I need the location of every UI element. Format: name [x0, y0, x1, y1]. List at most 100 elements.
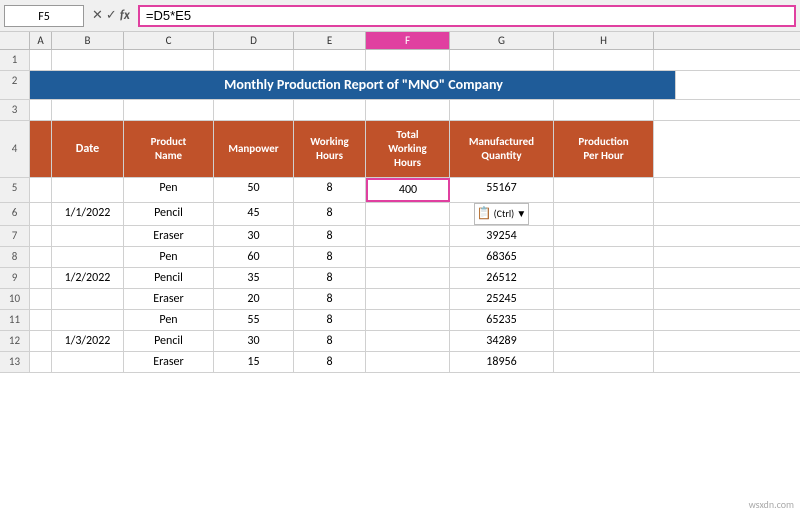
cell-wh-7[interactable]: 8 [294, 226, 366, 246]
cell-mfgqty-12[interactable]: 34289 [450, 331, 554, 351]
cell-a8[interactable] [30, 247, 52, 267]
header-date[interactable]: Date [52, 121, 124, 177]
cell-product-13[interactable]: Eraser [124, 352, 214, 372]
cell-a9[interactable] [30, 268, 52, 288]
cell-pph-10[interactable] [554, 289, 654, 309]
cell-mfgqty-8[interactable]: 68365 [450, 247, 554, 267]
cell-d1[interactable] [214, 50, 294, 70]
cell-c1[interactable] [124, 50, 214, 70]
cell-manpower-10[interactable]: 20 [214, 289, 294, 309]
cell-date-10[interactable] [52, 289, 124, 309]
cell-wh-9[interactable]: 8 [294, 268, 366, 288]
cell-manpower-9[interactable]: 35 [214, 268, 294, 288]
cell-h3[interactable] [554, 100, 654, 120]
cell-g3[interactable] [450, 100, 554, 120]
cell-b1[interactable] [52, 50, 124, 70]
cell-date-7[interactable] [52, 226, 124, 246]
col-header-h[interactable]: H [554, 32, 654, 49]
cell-a1[interactable] [30, 50, 52, 70]
cell-manpower-11[interactable]: 55 [214, 310, 294, 330]
cell-a6[interactable] [30, 203, 52, 225]
header-manufactured-quantity[interactable]: ManufacturedQuantity [450, 121, 554, 177]
cell-manpower-12[interactable]: 30 [214, 331, 294, 351]
cancel-icon[interactable]: ✕ [92, 8, 103, 23]
cell-wh-10[interactable]: 8 [294, 289, 366, 309]
cell-wh-6[interactable]: 8 [294, 203, 366, 225]
cell-product-11[interactable]: Pen [124, 310, 214, 330]
cell-a12[interactable] [30, 331, 52, 351]
cell-g1[interactable] [450, 50, 554, 70]
cell-product-5[interactable]: Pen [124, 178, 214, 202]
cell-date-12[interactable]: 1/3/2022 [52, 331, 124, 351]
cell-mfgqty-7[interactable]: 39254 [450, 226, 554, 246]
cell-date-8[interactable] [52, 247, 124, 267]
cell-wh-13[interactable]: 8 [294, 352, 366, 372]
cell-a7[interactable] [30, 226, 52, 246]
cell-wh-8[interactable]: 8 [294, 247, 366, 267]
col-header-c[interactable]: C [124, 32, 214, 49]
col-header-a[interactable]: A [30, 32, 52, 49]
cell-mfgqty-5[interactable]: 55167 [450, 178, 554, 202]
cell-pph-9[interactable] [554, 268, 654, 288]
cell-wh-12[interactable]: 8 [294, 331, 366, 351]
cell-pph-13[interactable] [554, 352, 654, 372]
cell-a2[interactable] [30, 71, 52, 99]
cell-a11[interactable] [30, 310, 52, 330]
paste-tooltip[interactable]: 📋 (Ctrl) ▼ [474, 203, 530, 225]
cell-e3[interactable] [294, 100, 366, 120]
confirm-icon[interactable]: ✓ [106, 8, 117, 23]
header-manpower[interactable]: Manpower [214, 121, 294, 177]
cell-date-9[interactable]: 1/2/2022 [52, 268, 124, 288]
cell-date-13[interactable] [52, 352, 124, 372]
header-product-name[interactable]: ProductName [124, 121, 214, 177]
cell-mfgqty-10[interactable]: 25245 [450, 289, 554, 309]
cell-manpower-6[interactable]: 45 [214, 203, 294, 225]
cell-a3[interactable] [30, 100, 52, 120]
cell-product-7[interactable]: Eraser [124, 226, 214, 246]
title-cell[interactable]: Monthly Production Report of "MNO" Compa… [52, 71, 676, 99]
cell-wh-11[interactable]: 8 [294, 310, 366, 330]
cell-pph-11[interactable] [554, 310, 654, 330]
col-header-b[interactable]: B [52, 32, 124, 49]
cell-product-12[interactable]: Pencil [124, 331, 214, 351]
cell-twh-5[interactable]: 400 [366, 178, 450, 202]
cell-f3[interactable] [366, 100, 450, 120]
cell-product-10[interactable]: Eraser [124, 289, 214, 309]
cell-twh-6[interactable] [366, 203, 450, 225]
cell-date-11[interactable] [52, 310, 124, 330]
cell-product-6[interactable]: Pencil [124, 203, 214, 225]
cell-mfgqty-13[interactable]: 18956 [450, 352, 554, 372]
cell-twh-7[interactable] [366, 226, 450, 246]
cell-e1[interactable] [294, 50, 366, 70]
cell-pph-8[interactable] [554, 247, 654, 267]
header-working-hours[interactable]: WorkingHours [294, 121, 366, 177]
cell-manpower-13[interactable]: 15 [214, 352, 294, 372]
cell-mfgqty-11[interactable]: 65235 [450, 310, 554, 330]
cell-twh-10[interactable] [366, 289, 450, 309]
header-total-working-hours[interactable]: TotalWorkingHours [366, 121, 450, 177]
cell-twh-8[interactable] [366, 247, 450, 267]
cell-reference-box[interactable]: F5 [4, 5, 84, 27]
cell-pph-7[interactable] [554, 226, 654, 246]
header-production-per-hour[interactable]: ProductionPer Hour [554, 121, 654, 177]
col-header-e[interactable]: E [294, 32, 366, 49]
cell-d3[interactable] [214, 100, 294, 120]
cell-b3[interactable] [52, 100, 124, 120]
cell-manpower-8[interactable]: 60 [214, 247, 294, 267]
cell-twh-11[interactable] [366, 310, 450, 330]
cell-manpower-5[interactable]: 50 [214, 178, 294, 202]
cell-a13[interactable] [30, 352, 52, 372]
formula-input[interactable] [138, 5, 796, 27]
col-header-d[interactable]: D [214, 32, 294, 49]
cell-manpower-7[interactable]: 30 [214, 226, 294, 246]
col-header-g[interactable]: G [450, 32, 554, 49]
cell-product-9[interactable]: Pencil [124, 268, 214, 288]
cell-pph-12[interactable] [554, 331, 654, 351]
col-header-f[interactable]: F [366, 32, 450, 49]
cell-date-5[interactable] [52, 178, 124, 202]
cell-mfgqty-9[interactable]: 26512 [450, 268, 554, 288]
cell-date-6[interactable]: 1/1/2022 [52, 203, 124, 225]
cell-product-8[interactable]: Pen [124, 247, 214, 267]
cell-twh-13[interactable] [366, 352, 450, 372]
cell-a10[interactable] [30, 289, 52, 309]
